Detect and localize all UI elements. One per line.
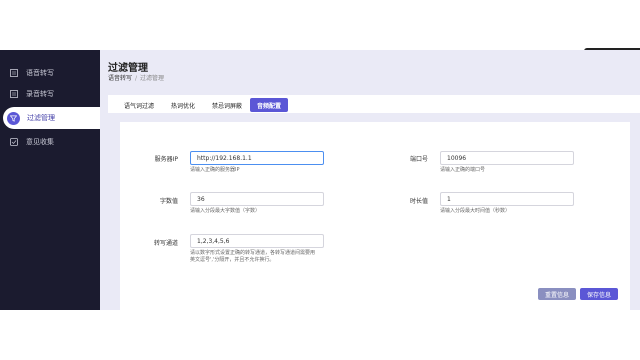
server-ip-input[interactable]: http://192.168.1.1 bbox=[190, 151, 324, 165]
duration-hint: 请输入分段最大时间值（秒数） bbox=[440, 208, 511, 214]
char-count-label: 字数值 bbox=[159, 198, 178, 205]
tab-audio-config[interactable]: 音频配置 bbox=[250, 98, 288, 112]
sidebar: 语音转写 录音转写 过滤管理 意见收集 bbox=[0, 50, 100, 310]
document-icon bbox=[9, 89, 19, 99]
sidebar-item-voice-transcription[interactable]: 语音转写 bbox=[0, 62, 100, 84]
sidebar-item-label: 意见收集 bbox=[26, 138, 54, 146]
feedback-icon bbox=[9, 137, 19, 147]
tab-filler-word-filter[interactable]: 语气词过滤 bbox=[118, 98, 160, 112]
save-button[interactable]: 保存信息 bbox=[580, 288, 618, 300]
duration-label: 时长值 bbox=[409, 198, 428, 205]
sidebar-item-filter-management[interactable]: 过滤管理 bbox=[3, 107, 100, 129]
char-count-input[interactable]: 36 bbox=[190, 192, 324, 206]
channels-hint-line2: 英文逗号','分隔开，并且不允许换行。 bbox=[190, 257, 275, 263]
port-label: 端口号 bbox=[409, 156, 428, 163]
document-icon bbox=[9, 68, 19, 78]
tab-hotword-optimization[interactable]: 热词优化 bbox=[166, 98, 200, 112]
main-content: 过滤管理 语音转写 / 过滤管理 语气词过滤 热词优化 禁忌词屏蔽 音频配置 服务器… bbox=[100, 50, 640, 310]
sidebar-item-label: 语音转写 bbox=[26, 69, 54, 77]
server-ip-label: 服务器IP bbox=[154, 156, 178, 163]
top-letterbox bbox=[0, 0, 640, 50]
breadcrumb: 语音转写 / 过滤管理 bbox=[108, 73, 164, 82]
channels-label: 转写通道 bbox=[153, 240, 178, 247]
port-input[interactable]: 10096 bbox=[440, 151, 574, 165]
sidebar-item-recording-transcription[interactable]: 录音转写 bbox=[0, 83, 100, 105]
page-title: 过滤管理 bbox=[108, 63, 148, 74]
filter-icon bbox=[7, 111, 20, 125]
port-hint: 请输入正确的端口号 bbox=[440, 167, 486, 173]
duration-input[interactable]: 1 bbox=[440, 192, 574, 206]
bottom-letterbox bbox=[0, 310, 640, 360]
server-ip-hint: 请输入正确的服务器IP bbox=[190, 167, 240, 173]
breadcrumb-separator: / bbox=[135, 75, 138, 82]
sidebar-item-feedback[interactable]: 意见收集 bbox=[0, 131, 100, 153]
char-count-hint: 请输入分段最大字数值（字数） bbox=[190, 208, 261, 214]
breadcrumb-current: 过滤管理 bbox=[140, 75, 165, 82]
tab-taboo-word-block[interactable]: 禁忌词屏蔽 bbox=[206, 98, 248, 112]
sidebar-item-label: 过滤管理 bbox=[27, 114, 55, 122]
channels-input[interactable]: 1,2,3,4,5,6 bbox=[190, 234, 324, 248]
config-panel: 服务器IP http://192.168.1.1 请输入正确的服务器IP 端口号… bbox=[120, 122, 630, 310]
app-window: 语音转写 录音转写 过滤管理 意见收集 过滤管理 语音转写 / 过滤管理 语气词过 bbox=[0, 0, 640, 360]
sidebar-item-label: 录音转写 bbox=[26, 90, 54, 98]
reset-button[interactable]: 重置信息 bbox=[538, 288, 576, 300]
tab-bar: 语气词过滤 热词优化 禁忌词屏蔽 音频配置 bbox=[108, 95, 640, 113]
channels-hint-line1: 请以数字形式设置正确的转写通道，各转写通道间需要用 bbox=[190, 250, 316, 256]
breadcrumb-root[interactable]: 语音转写 bbox=[108, 75, 132, 82]
